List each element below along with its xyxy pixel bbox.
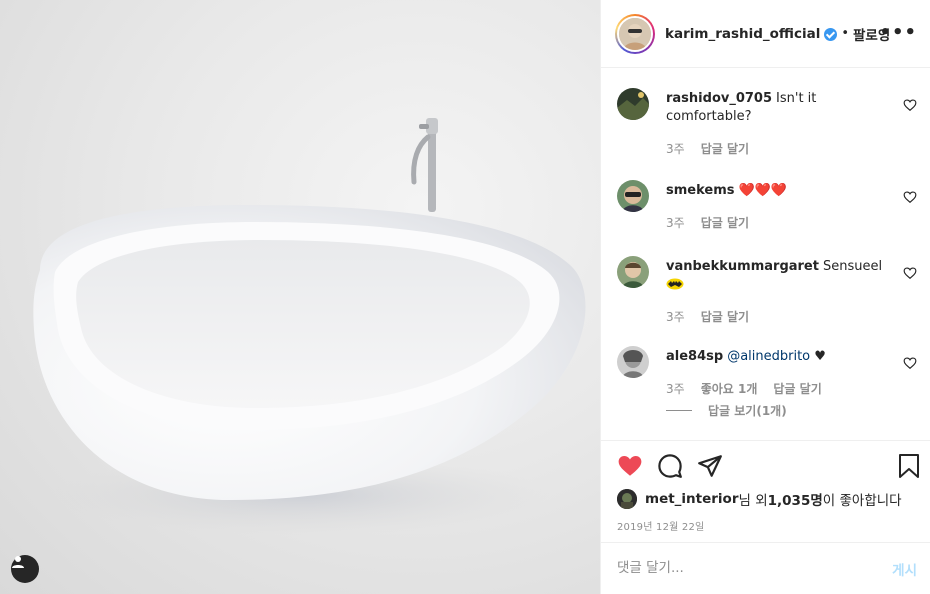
liker-username[interactable]: met_interior bbox=[645, 491, 739, 507]
author-photo-icon bbox=[619, 17, 651, 50]
share-send-icon[interactable] bbox=[697, 453, 723, 479]
post-comment-button[interactable]: 게시 bbox=[892, 559, 917, 579]
comment-avatar[interactable] bbox=[617, 180, 649, 212]
separator-dot: • bbox=[841, 26, 850, 41]
comment-time[interactable]: 3주 bbox=[666, 308, 685, 325]
reply-button[interactable]: 답글 달기 bbox=[701, 140, 749, 157]
comment-like-heart-icon[interactable] bbox=[903, 190, 917, 204]
view-replies-label: 답글 보기(1개) bbox=[708, 404, 787, 418]
post-header: karim_rashid_official • 팔로잉 ••• bbox=[601, 0, 930, 68]
comment-item: ale84sp @alinedbrito ♥ 3주 좋아요 1개 답글 달기 답글… bbox=[617, 346, 917, 436]
comment-time[interactable]: 3주 bbox=[666, 214, 685, 231]
avatar-person-icon bbox=[617, 180, 649, 212]
comment-time[interactable]: 3주 bbox=[666, 380, 685, 397]
avatar-person-icon bbox=[617, 346, 649, 378]
comment-like-heart-icon[interactable] bbox=[903, 356, 917, 370]
comment-username[interactable]: ale84sp bbox=[666, 349, 723, 364]
author-username[interactable]: karim_rashid_official bbox=[665, 26, 820, 42]
bat-emoji-icon bbox=[666, 278, 684, 290]
liker-photo-icon bbox=[617, 489, 637, 509]
comment-likes-count[interactable]: 좋아요 1개 bbox=[701, 380, 758, 397]
comment-time[interactable]: 3주 bbox=[666, 140, 685, 157]
post-image[interactable] bbox=[0, 0, 600, 594]
comments-list[interactable]: rashidov_0705 Isn't it comfortable? 3주 답글… bbox=[601, 68, 930, 440]
like-heart-icon[interactable] bbox=[617, 453, 643, 479]
comment-like-heart-icon[interactable] bbox=[903, 98, 917, 112]
comment-username[interactable]: rashidov_0705 bbox=[666, 91, 772, 106]
more-options-button[interactable]: ••• bbox=[879, 22, 917, 43]
replies-divider bbox=[666, 410, 692, 411]
likes-summary[interactable]: met_interior 님 외 1,035명 이 좋아합니다 bbox=[617, 489, 902, 509]
liker-avatar[interactable] bbox=[617, 489, 637, 509]
comment-item: rashidov_0705 Isn't it comfortable? 3주 답글… bbox=[617, 88, 917, 168]
verified-badge-icon bbox=[824, 28, 838, 41]
user-tag-icon[interactable] bbox=[11, 555, 39, 583]
reply-button[interactable]: 답글 달기 bbox=[701, 214, 749, 231]
comment-like-heart-icon[interactable] bbox=[903, 266, 917, 280]
add-comment-bar: 게시 bbox=[601, 542, 930, 594]
comment-username[interactable]: smekems bbox=[666, 183, 735, 198]
likes-count[interactable]: 1,035명 bbox=[768, 489, 823, 509]
post-details-panel: karim_rashid_official • 팔로잉 ••• rashidov… bbox=[600, 0, 930, 594]
likes-text-2: 이 좋아합니다 bbox=[822, 493, 902, 509]
likes-text-1: 님 외 bbox=[738, 493, 768, 509]
comment-bubble-icon[interactable] bbox=[657, 453, 683, 479]
comment-input[interactable] bbox=[617, 557, 857, 579]
post-date: 2019년 12월 22일 bbox=[617, 522, 705, 533]
post-actions: met_interior 님 외 1,035명 이 좋아합니다 2019년 12월 … bbox=[601, 440, 930, 542]
comment-item: smekems ❤️❤️❤️ 3주 답글 달기 bbox=[617, 180, 917, 240]
reply-button[interactable]: 답글 달기 bbox=[701, 308, 749, 325]
comment-text: Sensueel bbox=[822, 259, 883, 274]
bathtub-illustration bbox=[33, 118, 586, 535]
comment-text: ❤️❤️❤️ bbox=[738, 183, 788, 198]
comment-avatar[interactable] bbox=[617, 256, 649, 288]
comment-username[interactable]: vanbekkummargaret bbox=[666, 259, 819, 274]
save-bookmark-icon[interactable] bbox=[897, 453, 921, 479]
view-replies-button[interactable]: 답글 보기(1개) bbox=[666, 402, 787, 419]
comment-item: vanbekkummargaret Sensueel 3주 답글 달기 bbox=[617, 256, 917, 336]
comment-avatar[interactable] bbox=[617, 88, 649, 120]
avatar-landscape-icon bbox=[617, 88, 649, 120]
avatar-person-icon bbox=[617, 256, 649, 288]
person-icon bbox=[12, 556, 24, 568]
author-avatar[interactable] bbox=[615, 13, 655, 54]
comment-text: ♥ bbox=[814, 349, 826, 364]
comment-mention-link[interactable]: @alinedbrito bbox=[727, 349, 810, 364]
reply-button[interactable]: 답글 달기 bbox=[773, 380, 821, 397]
comment-avatar[interactable] bbox=[617, 346, 649, 378]
